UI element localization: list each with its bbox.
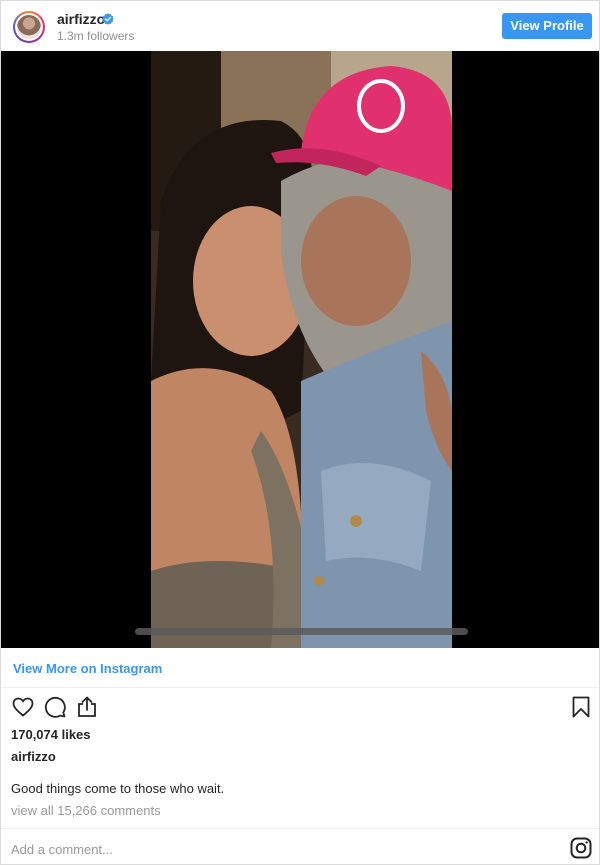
verified-badge-icon <box>102 13 114 25</box>
post-media[interactable] <box>1 51 599 648</box>
instagram-embed: airfizzo 1.3m followers View Profile Vie… <box>0 0 600 865</box>
instagram-logo-icon[interactable] <box>570 837 592 859</box>
post-header: airfizzo 1.3m followers View Profile <box>1 1 599 51</box>
add-comment-input[interactable]: Add a comment... <box>11 842 113 857</box>
bookmark-icon[interactable] <box>569 695 593 719</box>
avatar-image <box>17 15 41 39</box>
view-profile-button[interactable]: View Profile <box>502 13 592 39</box>
view-more-link[interactable]: View More on Instagram <box>13 661 162 676</box>
view-all-comments-link[interactable]: view all 15,266 comments <box>11 803 161 818</box>
caption-text: Good things come to those who wait. <box>11 781 225 796</box>
video-progress-bar[interactable] <box>135 628 468 635</box>
avatar[interactable] <box>13 11 45 43</box>
divider <box>1 687 599 688</box>
heart-icon[interactable] <box>11 695 35 719</box>
caption-username[interactable]: airfizzo <box>11 749 56 764</box>
like-count[interactable]: 170,074 likes <box>11 727 91 742</box>
comment-icon[interactable] <box>43 695 67 719</box>
username[interactable]: airfizzo <box>57 11 105 27</box>
divider <box>1 828 599 829</box>
photo-illustration <box>151 51 452 648</box>
post-photo[interactable] <box>151 51 452 648</box>
follower-count: 1.3m followers <box>57 29 135 43</box>
share-icon[interactable] <box>75 695 99 719</box>
